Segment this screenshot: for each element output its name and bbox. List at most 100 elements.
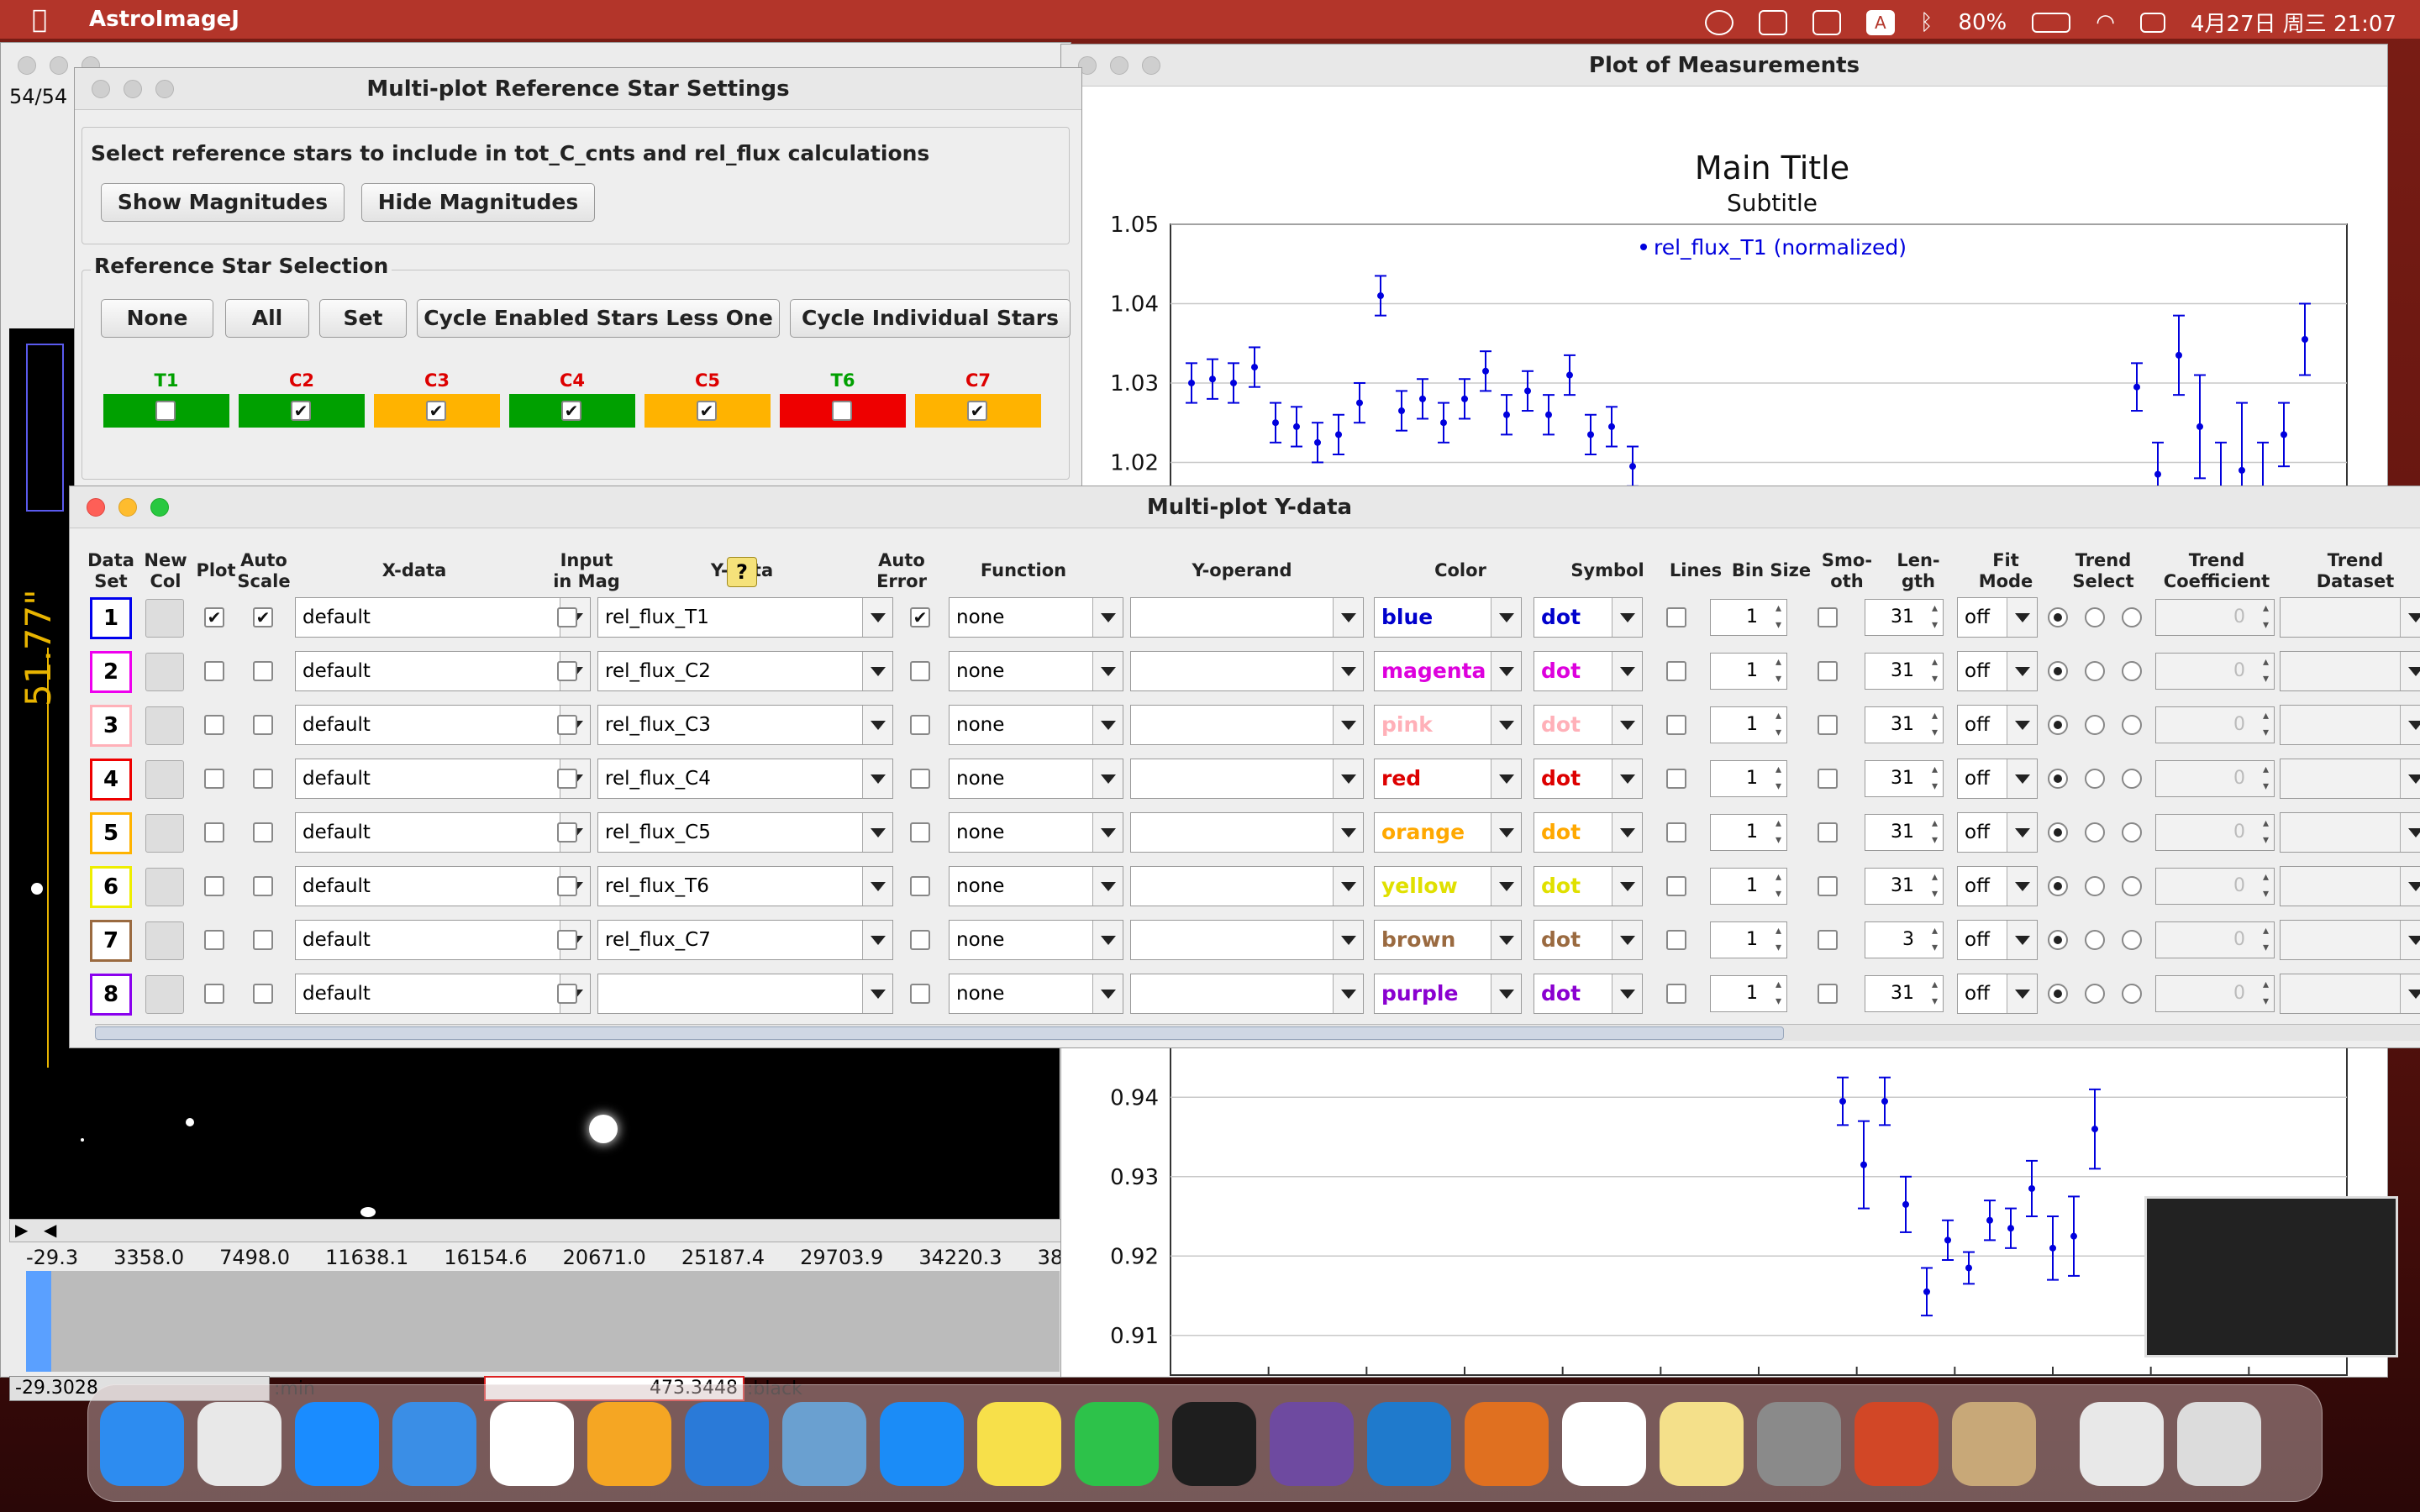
ydata-scroll-thumb[interactable] (95, 1026, 1784, 1040)
chevron-down-icon[interactable] (1612, 921, 1642, 959)
trend-radio-1[interactable] (2048, 930, 2068, 950)
auto-error-checkbox[interactable] (910, 661, 930, 681)
trend-radio-3[interactable] (2122, 984, 2142, 1004)
bin-size-spinner[interactable]: 1 (1710, 921, 1787, 958)
trend-radio-1[interactable] (2048, 984, 2068, 1004)
keynote-icon[interactable] (685, 1402, 769, 1486)
input-mag-checkbox[interactable] (557, 661, 577, 681)
plot-checkbox[interactable] (204, 876, 224, 896)
fit-mode-select[interactable]: off (1957, 759, 2038, 799)
wechat-icon[interactable] (1075, 1402, 1159, 1486)
slice-scrollbar[interactable]: ▶ ◀ (9, 1219, 1068, 1242)
ref-star-checkbox[interactable]: ✔ (426, 401, 446, 421)
chevron-down-icon[interactable] (2400, 813, 2420, 852)
chevron-down-icon[interactable] (1333, 759, 1363, 798)
autoscale-checkbox[interactable] (253, 984, 273, 1004)
plot-minimize-button[interactable] (1110, 56, 1128, 75)
smooth-checkbox[interactable] (1818, 769, 1838, 789)
new-column-icon[interactable] (145, 653, 184, 691)
symbol-select[interactable]: dot (1534, 759, 1643, 799)
symbol-select[interactable]: dot (1534, 651, 1643, 691)
length-spinner[interactable]: 31 (1865, 599, 1944, 636)
trend-coefficient-spinner[interactable]: 0 (2155, 921, 2275, 958)
symbol-select[interactable]: dot (1534, 920, 1643, 960)
chevron-down-icon[interactable] (1612, 598, 1642, 637)
xdata-select[interactable]: default (295, 974, 591, 1014)
symbol-select[interactable]: dot (1534, 705, 1643, 745)
smooth-checkbox[interactable] (1818, 822, 1838, 843)
symbol-select[interactable]: dot (1534, 866, 1643, 906)
safari-icon[interactable] (295, 1402, 379, 1486)
xdata-select[interactable]: default (295, 705, 591, 745)
trend-coefficient-spinner[interactable]: 0 (2155, 868, 2275, 905)
cycle-individual-stars-button[interactable]: Cycle Individual Stars (790, 299, 1071, 338)
ydata-select[interactable]: rel_flux_C7 (597, 920, 893, 960)
chevron-down-icon[interactable] (1092, 867, 1123, 906)
trend-radio-1[interactable] (2048, 822, 2068, 843)
plot-checkbox[interactable] (204, 715, 224, 735)
color-select[interactable]: blue (1374, 597, 1522, 638)
chevron-down-icon[interactable] (1333, 867, 1363, 906)
chevron-down-icon[interactable] (2007, 598, 2037, 637)
yoperand-select[interactable] (1130, 705, 1364, 745)
play-icon[interactable]: ▶ (15, 1220, 28, 1240)
bin-size-spinner[interactable]: 1 (1710, 868, 1787, 905)
chevron-down-icon[interactable] (2400, 706, 2420, 744)
trend-dataset-select[interactable] (2280, 974, 2420, 1014)
select-all-button[interactable]: All (225, 299, 309, 338)
ydata-select[interactable]: rel_flux_T1 (597, 597, 893, 638)
trend-dataset-select[interactable] (2280, 597, 2420, 638)
clock[interactable]: 4月27日 周三 21:07 (2191, 7, 2396, 38)
ref-star-box[interactable]: ✔ (644, 394, 771, 428)
trend-radio-1[interactable] (2048, 661, 2068, 681)
function-select[interactable]: none (949, 597, 1123, 638)
trend-radio-3[interactable] (2122, 769, 2142, 789)
ydata-horizontal-scrollbar[interactable] (95, 1024, 2420, 1041)
plot-checkbox[interactable] (204, 984, 224, 1004)
scroll-left-icon[interactable]: ◀ (44, 1220, 56, 1240)
settings-icon[interactable] (1757, 1402, 1841, 1486)
chevron-down-icon[interactable] (2400, 759, 2420, 798)
yoperand-select[interactable] (1130, 812, 1364, 853)
autoscale-checkbox[interactable] (253, 769, 273, 789)
ref-star-box[interactable]: ✔ (374, 394, 500, 428)
ref-star-checkbox[interactable]: ✔ (291, 401, 311, 421)
chevron-down-icon[interactable] (862, 759, 892, 798)
xdata-select[interactable]: default (295, 651, 591, 691)
yoperand-select[interactable] (1130, 920, 1364, 960)
ref-star-box[interactable] (780, 394, 906, 428)
trend-coefficient-spinner[interactable]: 0 (2155, 706, 2275, 743)
preview-icon[interactable] (782, 1402, 866, 1486)
trend-radio-1[interactable] (2048, 715, 2068, 735)
trend-radio-2[interactable] (2085, 930, 2105, 950)
bin-size-spinner[interactable]: 1 (1710, 706, 1787, 743)
plot-checkbox[interactable] (204, 822, 224, 843)
image-window-minimize-button[interactable] (50, 56, 68, 75)
xdata-select[interactable]: default (295, 866, 591, 906)
auto-error-checkbox[interactable] (910, 876, 930, 896)
function-select[interactable]: none (949, 920, 1123, 960)
chevron-down-icon[interactable] (1491, 813, 1521, 852)
auto-error-checkbox[interactable] (910, 822, 930, 843)
pdf-icon[interactable] (2080, 1402, 2164, 1486)
chevron-down-icon[interactable] (1092, 598, 1123, 637)
ydata-select[interactable]: rel_flux_T6 (597, 866, 893, 906)
xdata-select[interactable]: default (295, 759, 591, 799)
ref-star-box[interactable]: ✔ (915, 394, 1041, 428)
ydata-select[interactable] (597, 974, 893, 1014)
input-mag-checkbox[interactable] (557, 822, 577, 843)
autoscale-checkbox[interactable] (253, 822, 273, 843)
ref-zoom-button[interactable] (155, 80, 174, 98)
smooth-checkbox[interactable] (1818, 715, 1838, 735)
trend-dataset-select[interactable] (2280, 812, 2420, 853)
finder-icon[interactable] (100, 1402, 184, 1486)
function-select[interactable]: none (949, 866, 1123, 906)
trend-dataset-select[interactable] (2280, 705, 2420, 745)
trend-radio-3[interactable] (2122, 930, 2142, 950)
set-button[interactable]: Set (319, 299, 407, 338)
lines-checkbox[interactable] (1666, 876, 1686, 896)
length-spinner[interactable]: 31 (1865, 760, 1944, 797)
chevron-down-icon[interactable] (1491, 974, 1521, 1013)
yoperand-select[interactable] (1130, 651, 1364, 691)
lines-checkbox[interactable] (1666, 607, 1686, 627)
